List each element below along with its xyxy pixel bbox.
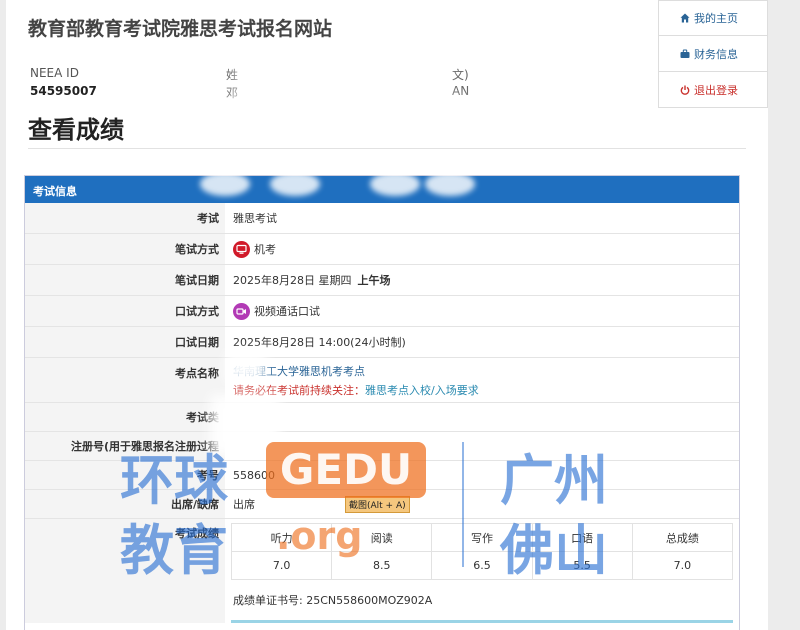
info-row-scores: 考试成绩 听力 阅读 写作 口语 总成绩 7.0 8.5 6.5 5.5 7.0 bbox=[25, 519, 739, 623]
privacy-blur bbox=[238, 60, 288, 104]
score-writing: 6.5 bbox=[431, 551, 533, 580]
score-header-speaking: 口语 bbox=[531, 523, 633, 552]
row-label: 考号 bbox=[25, 461, 225, 489]
info-row-speaking-mode: 口试方式 视频通话口试 bbox=[25, 296, 739, 327]
info-row-written-date: 笔试日期 2025年8月28日 星期四 上午场 bbox=[25, 265, 739, 296]
row-value: 558600 bbox=[233, 468, 275, 482]
row-label: 口试日期 bbox=[25, 327, 225, 357]
neea-id-value: 54595007 bbox=[30, 84, 97, 98]
row-label: 考试 bbox=[25, 203, 225, 233]
divider bbox=[231, 620, 733, 623]
name-label: 姓 bbox=[226, 68, 239, 82]
row-value bbox=[225, 432, 739, 460]
score-listening: 7.0 bbox=[230, 551, 333, 580]
scores-value-row: 7.0 8.5 6.5 5.5 7.0 bbox=[230, 551, 734, 580]
privacy-blur bbox=[226, 352, 266, 382]
briefcase-icon bbox=[680, 49, 690, 58]
info-row-registration: 注册号(用于雅思报名注册过程 bbox=[25, 432, 739, 461]
score-header-overall: 总成绩 bbox=[631, 523, 734, 552]
row-value: 2025年8月28日 星期四 bbox=[233, 274, 352, 287]
nav-item-label: 退出登录 bbox=[694, 83, 738, 97]
scores-header-row: 听力 阅读 写作 口语 总成绩 bbox=[230, 523, 734, 552]
page-heading: 查看成绩 bbox=[28, 116, 124, 144]
row-label: 笔试日期 bbox=[25, 265, 225, 295]
privacy-blur bbox=[210, 395, 280, 455]
screenshot-shortcut-tooltip: 截图(Alt + A) bbox=[345, 495, 410, 513]
row-value: 出席 bbox=[233, 498, 255, 511]
row-label: 注册号(用于雅思报名注册过程 bbox=[25, 432, 225, 460]
score-header-reading: 阅读 bbox=[331, 523, 433, 552]
neea-id-label: NEEA ID bbox=[30, 66, 79, 80]
row-value: 2025年8月28日 14:00(24小时制) bbox=[233, 336, 406, 349]
info-row-candidate-no: 考号 558600 bbox=[25, 461, 739, 490]
scores-table: 听力 阅读 写作 口语 总成绩 7.0 8.5 6.5 5.5 7.0 bbox=[230, 523, 734, 580]
video-icon bbox=[233, 302, 250, 320]
entry-requirements-link[interactable]: 雅思考点入校/入场要求 bbox=[365, 384, 479, 397]
divider bbox=[28, 148, 746, 149]
info-row-attendance: 出席/缺席 出席 截图(Alt + A) bbox=[25, 490, 739, 519]
nav-item-logout[interactable]: 退出登录 bbox=[658, 72, 768, 108]
nav-item-label: 财务信息 bbox=[694, 47, 738, 61]
power-icon bbox=[680, 85, 690, 95]
certificate-number: 成绩单证书号: 25CN558600MOZ902A bbox=[233, 594, 433, 607]
panel-title: 考试信息 bbox=[25, 176, 739, 203]
computer-icon bbox=[233, 240, 250, 258]
row-label: 口试方式 bbox=[25, 296, 225, 326]
nav-item-home[interactable]: 我的主页 bbox=[658, 0, 768, 36]
row-label: 出席/缺席 bbox=[25, 490, 225, 518]
row-value: 雅思考试 bbox=[233, 212, 277, 225]
name-english-value: AN bbox=[452, 84, 470, 98]
info-row-exam-type: 考试类 bbox=[25, 403, 739, 432]
site-title: 教育部教育考试院雅思考试报名网站 bbox=[28, 18, 333, 40]
row-value: 视频通话口试 bbox=[254, 305, 320, 318]
score-overall: 7.0 bbox=[631, 551, 734, 580]
score-header-writing: 写作 bbox=[431, 523, 533, 552]
row-value: 机考 bbox=[254, 243, 276, 256]
exam-info-panel: 考试信息 考试 雅思考试 笔试方式 机考 笔试日期 2025年8月28日 星期四… bbox=[24, 175, 740, 630]
score-header-listening: 听力 bbox=[230, 523, 333, 552]
row-label: 考试类 bbox=[25, 403, 225, 431]
info-row-exam: 考试 雅思考试 bbox=[25, 203, 739, 234]
nav-item-label: 我的主页 bbox=[694, 12, 738, 25]
row-label: 考点名称 bbox=[25, 358, 225, 402]
session-label: 上午场 bbox=[357, 274, 391, 287]
row-label: 考试成绩 bbox=[25, 519, 225, 623]
score-reading: 8.5 bbox=[331, 551, 433, 580]
row-value bbox=[225, 403, 739, 431]
info-row-speaking-date: 口试日期 2025年8月28日 14:00(24小时制) bbox=[25, 327, 739, 358]
info-row-test-center: 考点名称 华南理工大学雅思机考考点 请务必在考试前持续关注：雅思考点入校/入场要… bbox=[25, 358, 739, 403]
privacy-blur bbox=[406, 8, 476, 48]
name-english-label: 文) bbox=[452, 68, 469, 82]
score-speaking: 5.5 bbox=[531, 551, 633, 580]
info-row-written-mode: 笔试方式 机考 bbox=[25, 234, 739, 265]
home-icon bbox=[680, 13, 690, 23]
row-label: 笔试方式 bbox=[25, 234, 225, 264]
name-value: 邓 bbox=[226, 86, 239, 100]
user-nav: 我的主页 财务信息 退出登录 bbox=[658, 0, 768, 108]
privacy-blur bbox=[206, 100, 486, 155]
nav-item-finance[interactable]: 财务信息 bbox=[658, 36, 768, 72]
